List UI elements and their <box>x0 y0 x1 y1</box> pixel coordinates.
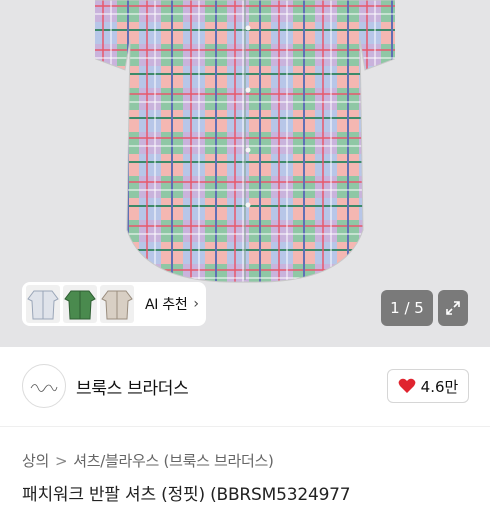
product-image-gallery[interactable]: AI 추천 › 1 / 5 <box>0 0 490 347</box>
heart-icon <box>398 378 416 393</box>
recommend-thumbnail <box>63 285 97 323</box>
expand-button[interactable] <box>438 290 468 326</box>
breadcrumb-separator: > <box>55 452 68 470</box>
breadcrumb-item[interactable]: 상의 <box>22 452 49 470</box>
breadcrumb-item[interactable]: (브룩스 브라더스) <box>164 452 274 470</box>
product-title: 패치워크 반팔 셔츠 (정핏) (BBRSM5324977 <box>22 485 351 505</box>
brand-logo[interactable] <box>22 364 66 408</box>
chevron-right-icon: › <box>193 296 200 312</box>
like-count: 4.6만 <box>420 377 459 396</box>
brand-name[interactable]: 브룩스 브라더스 <box>76 374 189 399</box>
brand-logo-mark <box>30 384 58 392</box>
expand-icon <box>446 301 460 315</box>
image-counter: 1 / 5 <box>381 290 433 326</box>
breadcrumb-item[interactable]: 셔츠/블라우스 <box>73 452 159 470</box>
breadcrumb: 상의 > 셔츠/블라우스 (브룩스 브라더스) <box>22 450 274 471</box>
recommend-thumbnail <box>26 285 60 323</box>
ai-recommend-button[interactable]: AI 추천 › <box>22 282 206 326</box>
recommend-thumbnail <box>100 285 134 323</box>
section-divider <box>0 426 490 427</box>
product-image <box>95 0 395 283</box>
like-button[interactable]: 4.6만 <box>387 369 469 403</box>
ai-recommend-label: AI 추천 <box>145 297 188 313</box>
